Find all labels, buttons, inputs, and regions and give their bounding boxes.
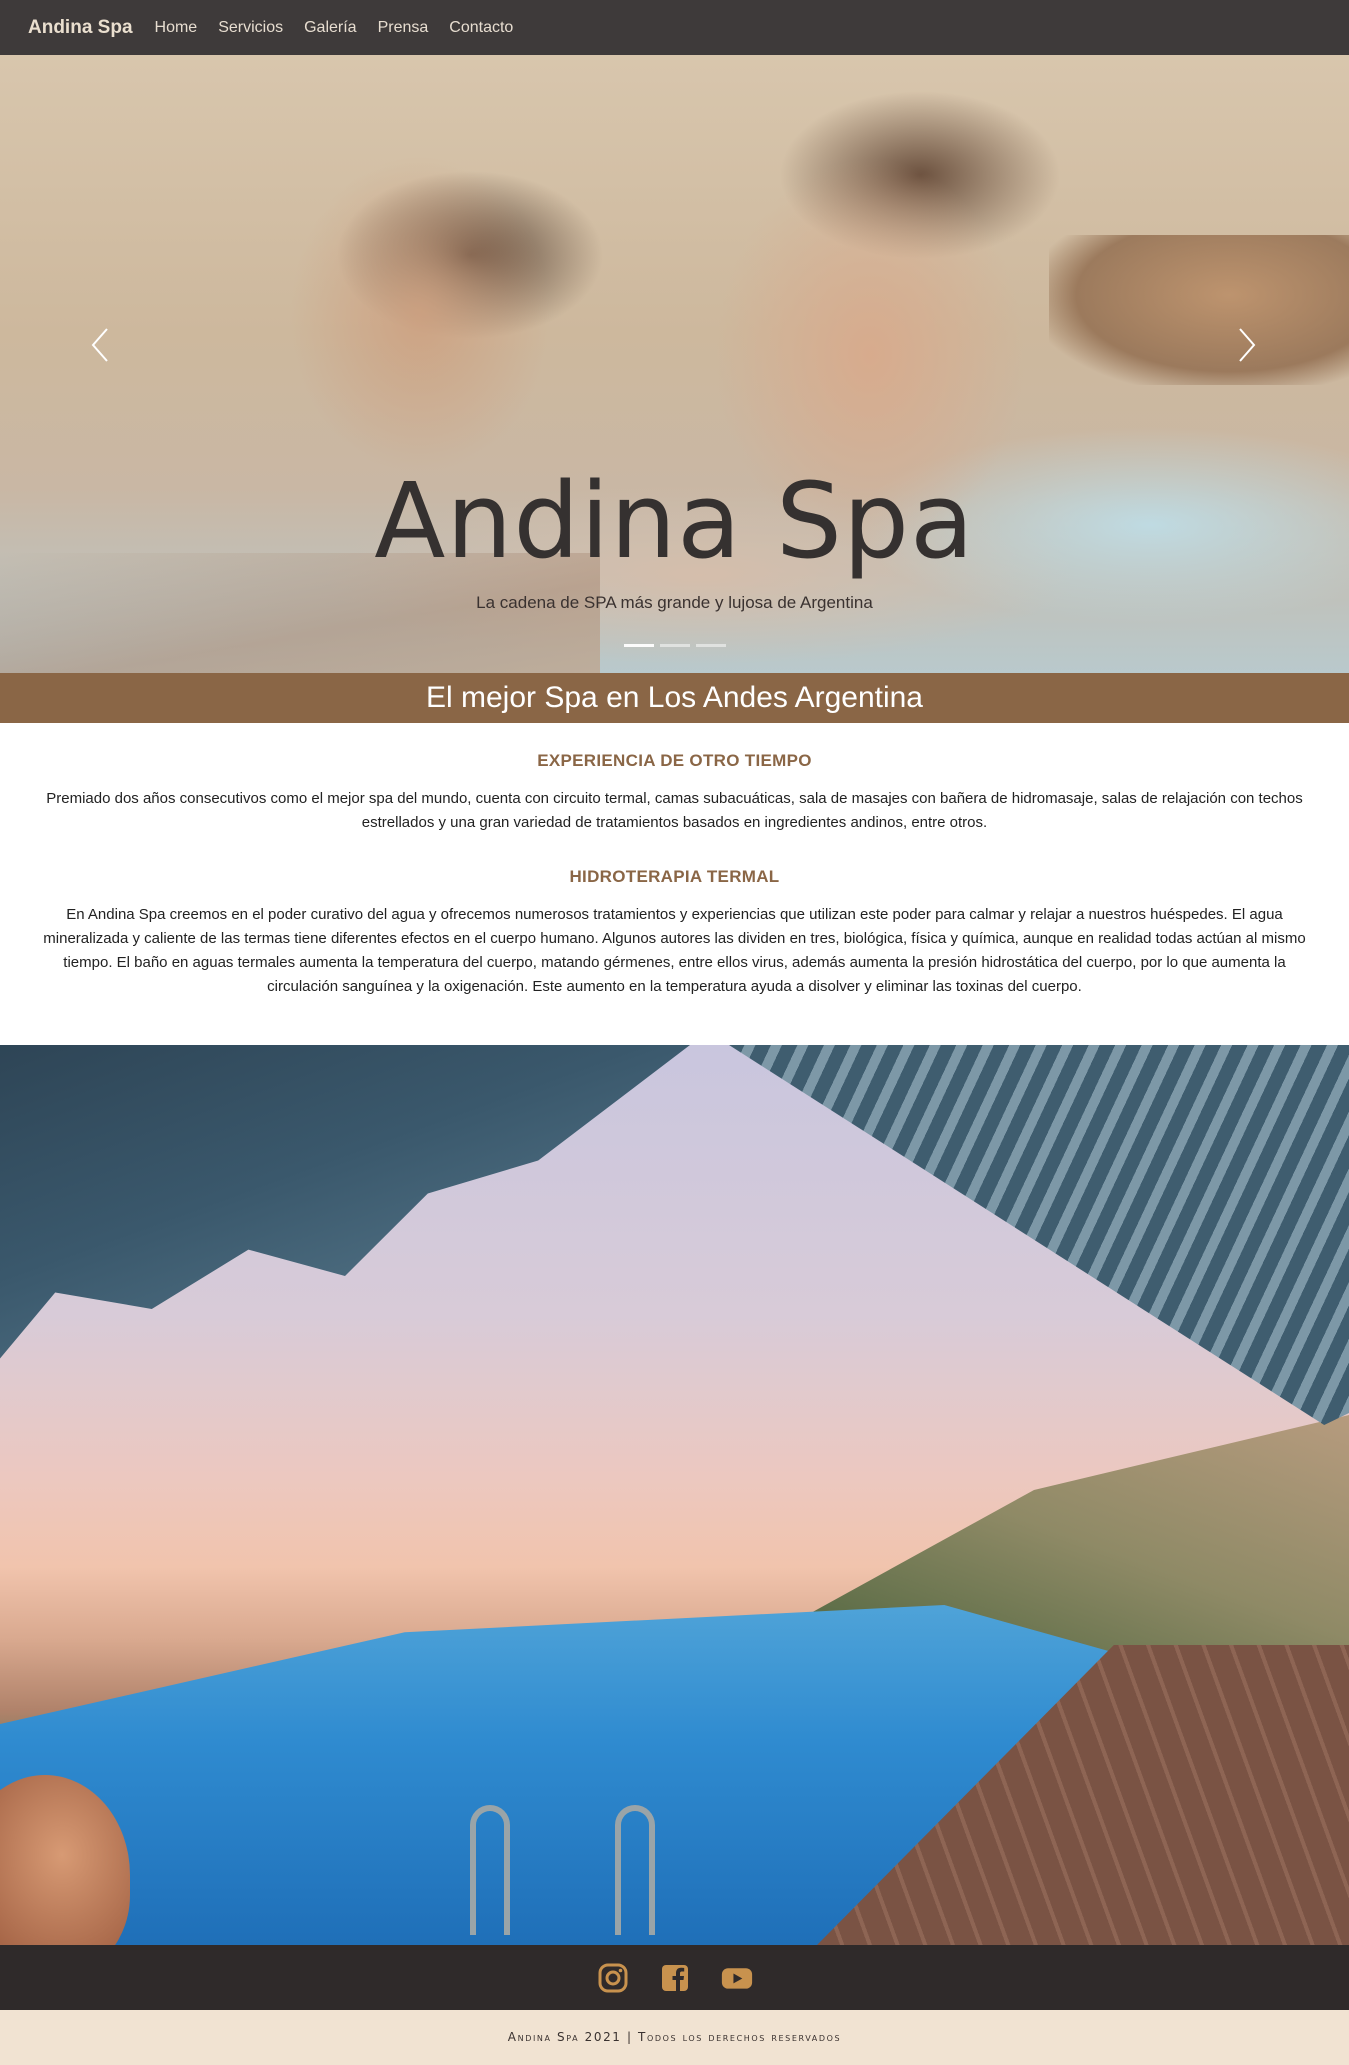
hero-carousel: Andina Spa La cadena de SPA más grande y… [0,55,1349,673]
carousel-next-button[interactable] [1229,315,1265,375]
chevron-right-icon [1239,328,1256,362]
youtube-icon [721,1967,752,1989]
hero-title: Andina Spa [374,460,975,582]
social-footer [0,1945,1349,2010]
facebook-icon [661,1964,688,1991]
pool-image-roof-right [729,1045,1349,1425]
section-text-hidroterapia: En Andina Spa creemos en el poder curati… [43,906,1306,995]
carousel-prev-button[interactable] [82,315,118,375]
nav-link-contacto[interactable]: Contacto [449,19,513,37]
hero-image-background [1049,235,1349,385]
nav-link-galeria[interactable]: Galería [304,19,356,37]
copyright-text: Andina Spa 2021 | Todos los derechos res… [0,2010,1349,2065]
instagram-icon [598,1963,627,1992]
pool-image-ladder [615,1805,655,1935]
nav-link-home[interactable]: Home [155,19,198,37]
facebook-link[interactable] [658,1961,692,1995]
youtube-link[interactable] [720,1961,754,1995]
carousel-indicators [0,644,1349,647]
section-title-experiencia: EXPERIENCIA DE OTRO TIEMPO [537,751,812,770]
nav-link-servicios[interactable]: Servicios [218,19,283,37]
section-title-hidroterapia: HIDROTERAPIA TERMAL [569,867,780,886]
content-section: EXPERIENCIA DE OTRO TIEMPO Premiado dos … [0,723,1349,1045]
pool-image-roof-left [0,1045,690,1359]
chevron-left-icon [91,328,108,362]
pool-image [0,1045,1349,1945]
instagram-link[interactable] [596,1961,630,1995]
carousel-indicator-2[interactable] [659,644,690,647]
nav-link-prensa[interactable]: Prensa [378,19,429,37]
pool-image-ladder [470,1805,510,1935]
carousel-indicator-1[interactable] [623,644,654,647]
hero-subtitle: La cadena de SPA más grande y lujosa de … [476,593,873,612]
tagline-banner: El mejor Spa en Los Andes Argentina [0,673,1349,723]
section-text-experiencia: Premiado dos años consecutivos como el m… [46,790,1303,831]
brand-logo[interactable]: Andina Spa [28,17,133,39]
navbar: Andina Spa Home Servicios Galería Prensa… [0,0,1349,55]
carousel-indicator-3[interactable] [695,644,726,647]
